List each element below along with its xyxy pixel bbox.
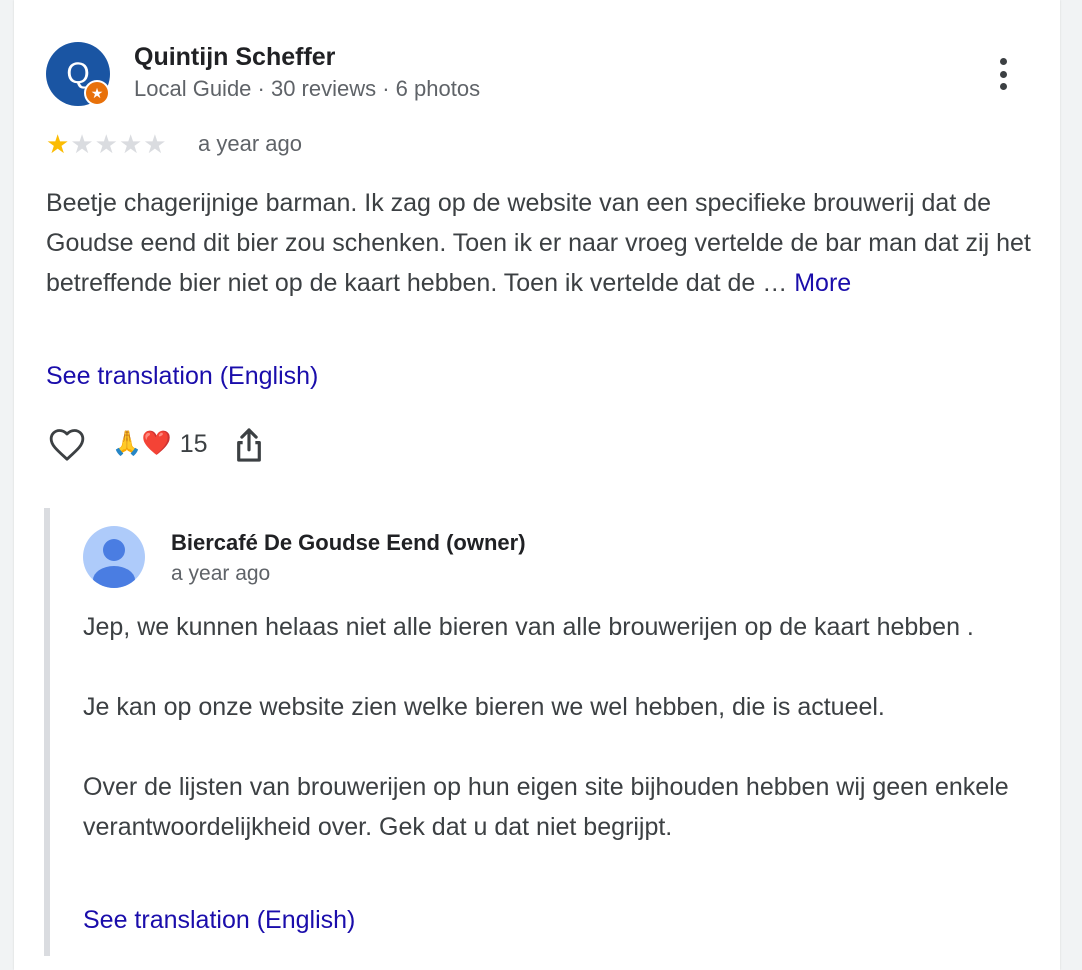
star-icon: ★ [94,129,118,159]
see-translation-link[interactable]: See translation (English) [46,362,318,391]
reviewer-meta: Local Guide · 30 reviews · 6 photos [134,76,481,101]
reply-paragraph: Over de lijsten van brouwerijen op hun e… [83,773,1009,841]
heart-outline-icon[interactable] [46,425,88,465]
star-icon: ★ [143,129,167,159]
review-timestamp: a year ago [198,131,302,156]
more-link[interactable]: More [794,269,851,297]
more-vertical-icon[interactable] [988,54,1018,94]
reply-paragraph: Je kan op onze website zien welke bieren… [83,693,885,721]
star-icon: ★ [70,129,94,159]
owner-avatar [83,526,145,588]
review-body: Beetje chagerijnige barman. Ik zag op de… [46,189,1031,297]
person-icon [93,539,135,588]
owner-reply-timestamp: a year ago [171,562,271,585]
star-rating: ★ ★ ★ ★ ★ [46,130,167,158]
reply-paragraph: Jep, we kunnen helaas niet alle bieren v… [83,613,974,641]
owner-name: Biercafé De Goudse Eend (owner) [171,530,526,555]
reply-divider [44,508,50,956]
local-guide-star-icon: ★ [84,80,110,106]
reply-see-translation-link[interactable]: See translation (English) [83,906,355,935]
share-icon[interactable] [230,424,268,466]
star-icon: ★ [46,129,70,159]
review-text: Beetje chagerijnige barman. Ik zag op de… [46,183,1036,303]
reactions[interactable]: 🙏❤️ 15 [112,429,208,459]
reaction-count: 15 [179,429,208,458]
reaction-emojis: 🙏❤️ [112,430,172,457]
reviewer-name[interactable]: Quintijn Scheffer [134,43,335,72]
star-icon: ★ [118,129,143,159]
owner-reply-text: Jep, we kunnen helaas niet alle bieren v… [83,607,1013,847]
